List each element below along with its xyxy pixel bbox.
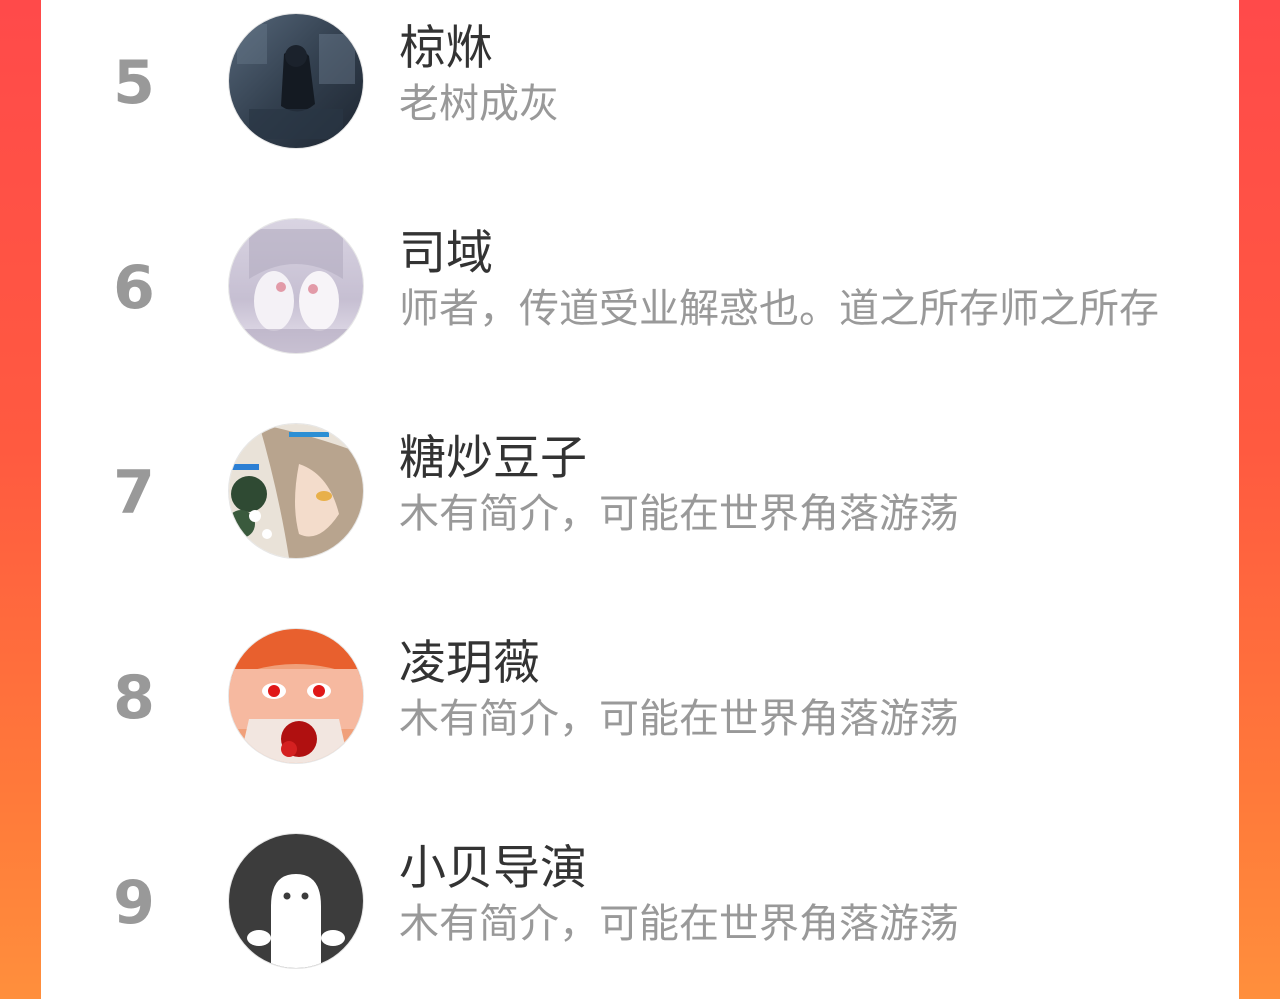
user-bio: 木有简介，可能在世界角落游荡 — [399, 901, 959, 947]
ranking-list-item[interactable]: 5 椋烌 老树成灰 — [41, 0, 1239, 160]
user-bio: 木有简介，可能在世界角落游荡 — [399, 696, 959, 742]
user-bio: 师者，传道受业解惑也。道之所存师之所存 — [399, 286, 1159, 332]
user-avatar[interactable] — [229, 219, 363, 353]
rank-number: 7 — [113, 458, 155, 528]
rank-number: 5 — [113, 48, 155, 118]
user-name: 凌玥薇 — [399, 636, 540, 691]
user-name: 糖炒豆子 — [399, 431, 587, 486]
user-avatar[interactable] — [229, 834, 363, 968]
user-name: 小贝导演 — [399, 841, 587, 896]
rank-number: 6 — [113, 253, 155, 323]
ranking-panel: 5 椋烌 老树成灰 6 司域 师者，传道受业解惑也。道之所存师之所存 7 糖炒豆… — [41, 0, 1239, 999]
user-bio: 木有简介，可能在世界角落游荡 — [399, 491, 959, 537]
ranking-list-item[interactable]: 7 糖炒豆子 木有简介，可能在世界角落游荡 — [41, 410, 1239, 570]
ranking-list-item[interactable]: 6 司域 师者，传道受业解惑也。道之所存师之所存 — [41, 205, 1239, 365]
pale-white-illustration-avatar-icon — [229, 219, 363, 353]
user-avatar[interactable] — [229, 424, 363, 558]
user-name: 椋烌 — [399, 21, 493, 76]
red-eyed-anime-avatar-icon — [229, 629, 363, 763]
ranking-list-item[interactable]: 9 小贝导演 木有简介，可能在世界角落游荡 — [41, 820, 1239, 980]
default-ghost-avatar-icon — [229, 834, 363, 968]
rank-number: 8 — [113, 663, 155, 733]
rank-number: 9 — [113, 868, 155, 938]
user-avatar[interactable] — [229, 629, 363, 763]
user-bio: 老树成灰 — [399, 81, 559, 127]
ranking-list-item[interactable]: 8 凌玥薇 木有简介，可能在世界角落游荡 — [41, 615, 1239, 775]
user-name: 司域 — [399, 226, 493, 281]
user-avatar[interactable] — [229, 14, 363, 148]
anime-girl-flowers-avatar-icon — [229, 424, 363, 558]
dark-blue-illustration-avatar-icon — [229, 14, 363, 148]
